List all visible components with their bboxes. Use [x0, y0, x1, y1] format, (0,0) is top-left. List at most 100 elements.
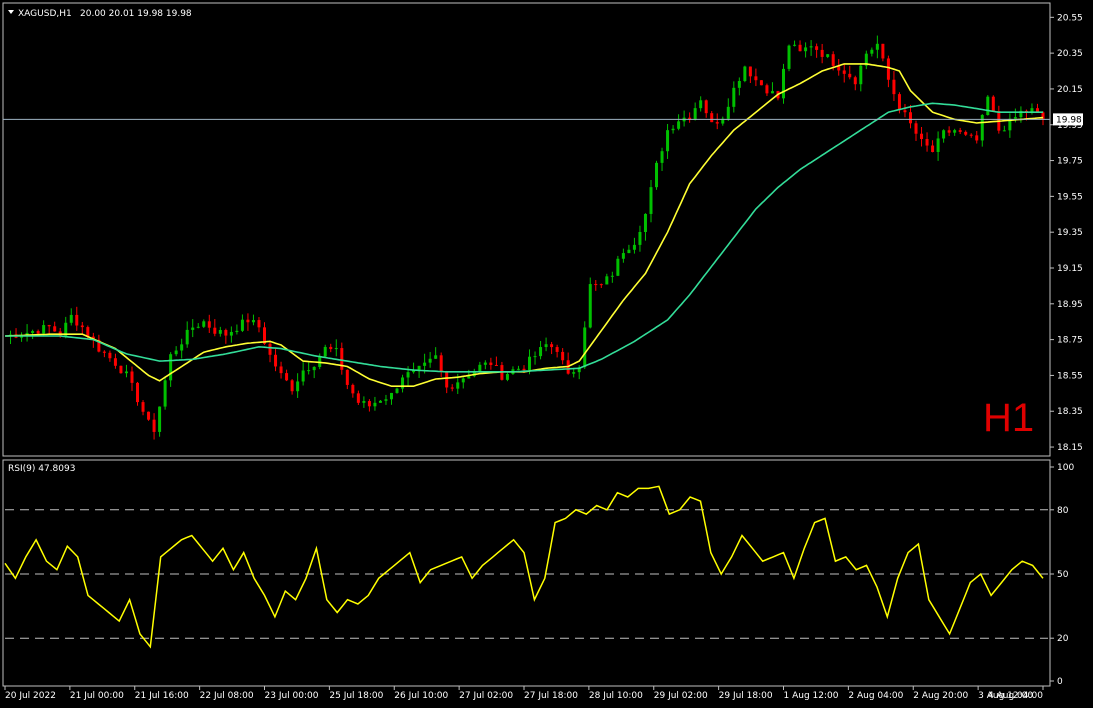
- price-tick-label: 20.35: [1057, 49, 1083, 59]
- candle-bull: [643, 213, 647, 232]
- time-tick-label: 2 Aug 20:00: [913, 691, 968, 701]
- candle-bull: [461, 378, 465, 383]
- candle-bear: [555, 347, 559, 352]
- candle-bull: [384, 399, 388, 401]
- candle-bear: [246, 319, 250, 323]
- price-chart-canvas[interactable]: 20.5520.3520.1519.9519.7519.5519.3519.15…: [0, 0, 1093, 708]
- time-tick-label: 21 Jul 00:00: [70, 691, 124, 701]
- candle-bear: [207, 321, 211, 328]
- time-tick-label: 22 Jul 08:00: [200, 691, 254, 701]
- candle-bear: [947, 130, 951, 133]
- candle-bull: [699, 100, 703, 109]
- candle-bear: [964, 131, 968, 135]
- candle-bear: [345, 369, 349, 385]
- candle-bull: [528, 356, 532, 371]
- candle-bear: [119, 365, 123, 374]
- time-tick-label: 4 Aug 04:00: [988, 691, 1043, 701]
- candle-bull: [301, 370, 305, 382]
- candle-bull: [655, 162, 659, 188]
- candle-bear: [920, 133, 924, 140]
- candle-bull: [616, 258, 620, 276]
- price-tick-label: 19.15: [1057, 264, 1083, 274]
- candle-bear: [903, 110, 907, 113]
- time-tick-label: 28 Jul 10:00: [589, 691, 643, 701]
- candle-bull: [406, 372, 410, 378]
- candle-bull: [362, 401, 366, 403]
- time-tick-label: 20 Jul 2022: [5, 691, 56, 701]
- candle-bull: [743, 66, 747, 82]
- candle-bull: [323, 346, 327, 357]
- candle-bear: [969, 134, 973, 136]
- candle-bear: [494, 364, 498, 366]
- price-tick-label: 20.55: [1057, 13, 1083, 23]
- candle-bear: [489, 362, 493, 365]
- candle-bear: [715, 122, 719, 124]
- price-tick-label: 18.55: [1057, 371, 1083, 381]
- candle-bear: [102, 351, 106, 353]
- time-tick-label: 27 Jul 18:00: [524, 691, 578, 701]
- candle-bear: [594, 284, 598, 286]
- candle-bull: [809, 46, 813, 48]
- candle-bull: [235, 330, 239, 333]
- candle-bull: [627, 249, 631, 254]
- time-tick-label: 26 Jul 10:00: [394, 691, 448, 701]
- candle-bull: [312, 366, 316, 371]
- candle-bear: [329, 346, 333, 350]
- price-tick-label: 18.35: [1057, 407, 1083, 417]
- candle-bear: [522, 368, 526, 371]
- candle-bull: [875, 43, 879, 50]
- candle-bull: [251, 320, 255, 323]
- rsi-tick-label: 20: [1057, 634, 1069, 644]
- candle-bear: [53, 326, 57, 332]
- candle-bull: [378, 400, 382, 403]
- candle-bull: [986, 96, 990, 115]
- rsi-tick-label: 80: [1057, 506, 1069, 516]
- time-tick-label: 23 Jul 00:00: [265, 691, 319, 701]
- candle-bull: [169, 354, 173, 381]
- candle-bear: [908, 112, 912, 124]
- candle-bull: [229, 332, 233, 336]
- candle-bear: [853, 77, 857, 85]
- symbol-label: XAGUSD,H1: [18, 9, 72, 19]
- candle-bear: [848, 73, 852, 78]
- candle-bear: [36, 331, 40, 334]
- time-tick-label: 1 Aug 12:00: [784, 691, 839, 701]
- rsi-tick-label: 50: [1057, 570, 1069, 580]
- chart-background: [0, 0, 1093, 708]
- candle-bull: [158, 406, 162, 432]
- candle-bull: [240, 319, 244, 331]
- candle-bear: [356, 393, 360, 403]
- candle-bear: [958, 130, 962, 132]
- candle-bear: [815, 46, 819, 50]
- candle-bull: [533, 356, 537, 358]
- candle-bear: [842, 70, 846, 74]
- candle-bull: [936, 138, 940, 152]
- candle-bull: [185, 329, 189, 345]
- candle-bull: [539, 347, 543, 357]
- ohlc-label: 20.00 20.01 19.98 19.98: [80, 9, 192, 19]
- candle-bear: [75, 314, 79, 326]
- candle-bull: [423, 362, 427, 366]
- price-tick-label: 19.75: [1057, 157, 1083, 167]
- candle-bear: [213, 327, 217, 334]
- candle-bull: [638, 231, 642, 245]
- candle-bear: [759, 80, 763, 86]
- candle-bull: [826, 54, 830, 57]
- candle-bull: [124, 371, 128, 374]
- candle-bull: [632, 244, 636, 250]
- candle-bull: [621, 253, 625, 259]
- candle-bear: [765, 85, 769, 94]
- candle-bear: [136, 382, 140, 403]
- candle-bull: [942, 130, 946, 139]
- candle-bull: [980, 114, 984, 141]
- candle-bull: [666, 130, 670, 152]
- candle-bear: [925, 139, 929, 146]
- candle-bull: [544, 344, 548, 348]
- candle-bull: [467, 376, 471, 379]
- candle-bull: [434, 355, 438, 359]
- candle-bull: [69, 314, 73, 323]
- rsi-label: RSI(9) 47.8093: [8, 464, 75, 474]
- candle-bull: [726, 106, 730, 119]
- candle-bear: [599, 284, 603, 286]
- candle-bull: [180, 344, 184, 351]
